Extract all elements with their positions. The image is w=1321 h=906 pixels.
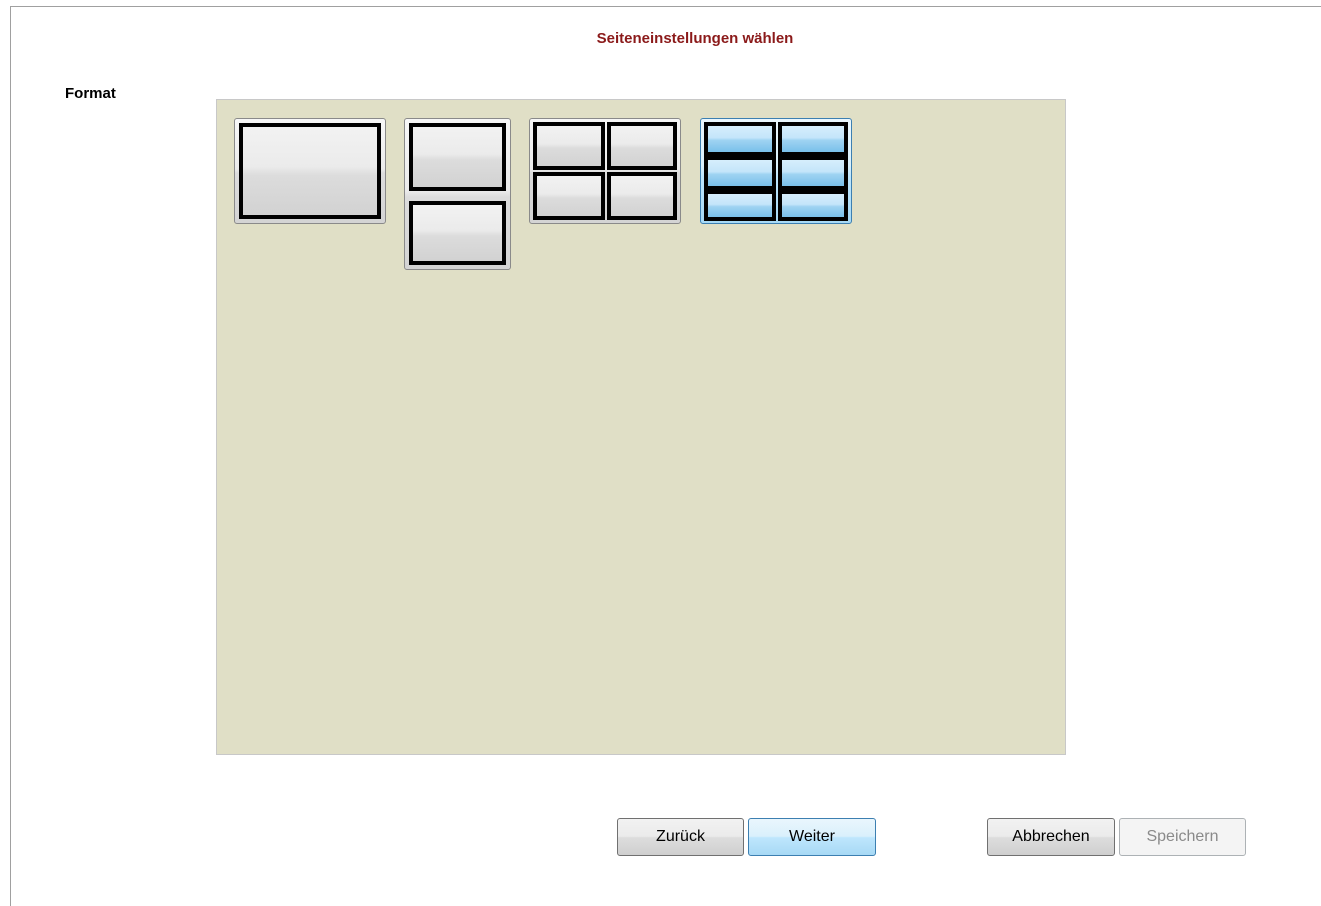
- layout-2x3-cell-icon: [778, 190, 848, 221]
- layout-1x2-top-page-icon: [409, 123, 506, 191]
- layout-2x2-cell-icon: [607, 122, 677, 170]
- dialog-title: Seiteneinstellungen wählen: [596, 30, 794, 47]
- layout-2x3-cell-icon: [778, 156, 848, 190]
- layout-option-2x2[interactable]: [529, 118, 681, 224]
- layout-2x3-cell-icon: [778, 122, 848, 156]
- layout-2x3-cell-icon: [704, 190, 776, 221]
- layout-option-1x1[interactable]: [234, 118, 386, 224]
- layout-1x2-bottom-page-icon: [409, 201, 506, 265]
- format-layout-panel: [216, 99, 1066, 755]
- layout-option-1x2[interactable]: [404, 118, 511, 270]
- format-label: Format: [65, 85, 116, 102]
- next-button[interactable]: Weiter: [748, 818, 876, 856]
- layout-2x2-cell-icon: [533, 122, 605, 170]
- layout-2x2-cell-icon: [607, 172, 677, 220]
- layout-1x1-page-icon: [239, 123, 381, 219]
- layout-2x2-cell-icon: [533, 172, 605, 220]
- layout-option-2x3[interactable]: [700, 118, 852, 224]
- layout-2x3-cell-icon: [704, 156, 776, 190]
- layout-2x3-cell-icon: [704, 122, 776, 156]
- save-button: Speichern: [1119, 818, 1246, 856]
- back-button[interactable]: Zurück: [617, 818, 744, 856]
- cancel-button[interactable]: Abbrechen: [987, 818, 1115, 856]
